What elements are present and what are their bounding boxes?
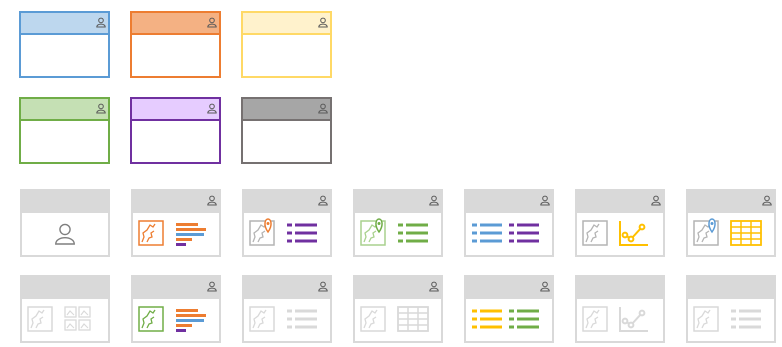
template-map-orange-bars[interactable] [131, 189, 221, 257]
user-icon [429, 281, 439, 292]
swatch-figure [318, 17, 328, 28]
template-figure [55, 223, 75, 245]
template-map-orange-pin-purple-list[interactable] [242, 189, 332, 257]
template-figure [472, 281, 550, 329]
template-figure [249, 281, 328, 332]
template-figure [360, 195, 439, 246]
photo-grid-icon [64, 306, 91, 331]
purple-swatch[interactable] [130, 97, 221, 164]
line-chart-icon [619, 307, 648, 332]
template-blue-purple-lists[interactable] [464, 189, 554, 257]
template-figure [360, 281, 439, 332]
map-icon [693, 306, 719, 332]
user-icon [540, 281, 550, 292]
table-icon [730, 220, 762, 246]
map-icon [360, 306, 386, 332]
template-map-yellow-chart[interactable] [575, 189, 665, 257]
template-map-pale-table[interactable] [353, 275, 443, 343]
line-chart-icon [619, 221, 648, 246]
swatch-figure [207, 103, 217, 114]
user-icon [540, 195, 550, 206]
blue-swatch[interactable] [19, 11, 110, 78]
swatch-figure [96, 103, 106, 114]
user-icon [55, 223, 75, 245]
template-figure [693, 306, 761, 332]
template-map-green-bars[interactable] [131, 275, 221, 343]
template-figure [249, 195, 328, 246]
template-figure [582, 195, 661, 246]
map-icon [138, 220, 164, 246]
user-icon [207, 103, 217, 114]
user-icon [318, 281, 328, 292]
list-icon [509, 223, 539, 243]
list-icon [731, 309, 761, 329]
user-icon [207, 195, 217, 206]
swatch-figure [318, 103, 328, 114]
template-map-pale-list[interactable] [242, 275, 332, 343]
swatch-figure [96, 17, 106, 28]
list-icon [472, 309, 502, 329]
template-map-blue-pin-yellow-table[interactable] [686, 189, 776, 257]
user-icon [207, 281, 217, 292]
template-figure [582, 306, 648, 332]
template-figure [27, 306, 91, 332]
template-user-only[interactable] [20, 189, 110, 257]
orange-swatch[interactable] [130, 11, 221, 78]
list-icon [287, 223, 317, 243]
user-icon [207, 17, 217, 28]
table-icon [397, 306, 429, 332]
template-map-photo-grid[interactable] [20, 275, 110, 343]
template-map-pale-chart[interactable] [575, 275, 665, 343]
list-icon [509, 309, 539, 329]
template-yellow-green-lists[interactable] [464, 275, 554, 343]
gray-swatch[interactable] [241, 97, 332, 164]
user-icon [651, 195, 661, 206]
map-icon [249, 306, 275, 332]
map-icon [27, 306, 53, 332]
user-icon [318, 103, 328, 114]
user-icon [429, 195, 439, 206]
map-icon [138, 306, 164, 332]
template-figure [138, 195, 217, 246]
template-figure [138, 281, 217, 332]
list-icon [287, 309, 317, 329]
user-icon [318, 195, 328, 206]
user-icon [96, 103, 106, 114]
user-icon [318, 17, 328, 28]
template-figure [693, 195, 772, 246]
swatch-figure [207, 17, 217, 28]
template-map-green-pin-green-list[interactable] [353, 189, 443, 257]
green-swatch[interactable] [19, 97, 110, 164]
list-icon [398, 223, 428, 243]
user-icon [96, 17, 106, 28]
list-icon [472, 223, 502, 243]
map-icon [582, 306, 608, 332]
yellow-swatch[interactable] [241, 11, 332, 78]
bar-list-icon [176, 309, 206, 332]
template-figure [472, 195, 550, 243]
template-map-pale-list-2[interactable] [686, 275, 776, 343]
map-icon [582, 220, 608, 246]
user-icon [762, 195, 772, 206]
bar-list-icon [176, 223, 206, 246]
